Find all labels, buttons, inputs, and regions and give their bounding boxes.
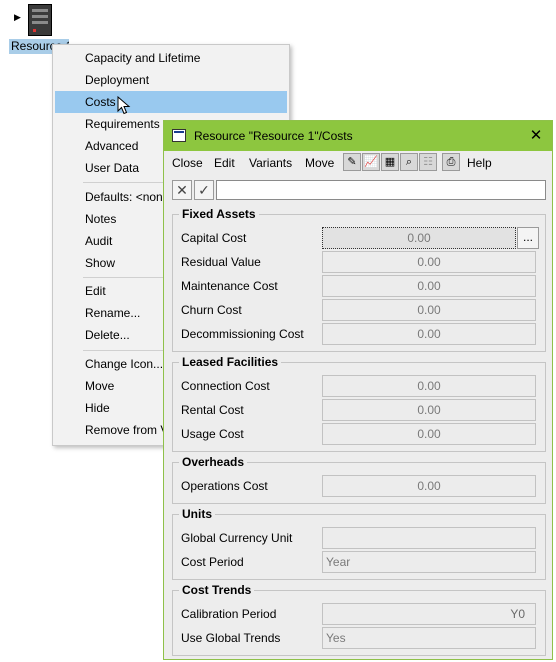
capital-cost-browse-button[interactable]: ... [517,227,539,249]
residual-value-label: Residual Value [181,255,261,269]
connection-cost-label: Connection Cost [181,379,270,393]
rack-led [33,29,36,32]
menu-item-costs[interactable]: Costs [55,91,287,113]
churn-cost-field[interactable]: 0.00 [322,299,536,321]
menu-item-deployment[interactable]: Deployment [53,69,289,91]
cost-period-label: Cost Period [181,555,244,569]
fixed-assets-group: Fixed Assets Capital Cost 0.00 ... Resid… [172,207,546,352]
decommissioning-cost-label: Decommissioning Cost [181,327,304,341]
edit-row: ✕ ✓ [164,178,552,202]
menu-move[interactable]: Move [305,151,334,175]
resource-server-icon[interactable] [28,4,52,36]
cancel-edit-icon[interactable]: ✕ [172,180,192,200]
edit-value-input[interactable] [216,180,546,200]
units-group: Units Global Currency Unit Cost Period Y… [172,507,546,580]
menu-close[interactable]: Close [172,151,203,175]
edit-icon[interactable]: ✎ [343,153,361,171]
churn-cost-label: Churn Cost [181,303,242,317]
table-icon[interactable]: ▦ [381,153,399,171]
decommissioning-cost-field[interactable]: 0.00 [322,323,536,345]
confirm-edit-icon[interactable]: ✓ [194,180,214,200]
tree-icon[interactable]: ☷ [419,153,437,171]
close-icon[interactable]: ✕ [526,125,546,147]
menu-help[interactable]: Help [467,151,492,175]
global-trends-label: Use Global Trends [181,631,281,645]
overheads-group: Overheads Operations Cost 0.00 [172,455,546,504]
operations-cost-field[interactable]: 0.00 [322,475,536,497]
group-title: Overheads [179,455,248,469]
group-title: Cost Trends [179,583,255,597]
connection-cost-field[interactable]: 0.00 [322,375,536,397]
chart-icon[interactable]: 📈 [362,153,380,171]
usage-cost-field[interactable]: 0.00 [322,423,536,445]
dialog-titlebar[interactable]: Resource "Resource 1"/Costs ✕ [164,121,552,151]
dialog-app-icon [172,129,186,142]
rack-slot [32,21,48,24]
calibration-period-field[interactable]: Y0 [322,603,536,625]
dialog-title: Resource "Resource 1"/Costs [194,129,353,143]
cost-period-field[interactable]: Year [322,551,536,573]
group-title: Units [179,507,215,521]
costs-dialog: Resource "Resource 1"/Costs ✕ Close Edit… [163,120,553,660]
find-icon[interactable]: ⌕ [400,153,418,171]
operations-cost-label: Operations Cost [181,479,268,493]
currency-unit-field[interactable] [322,527,536,549]
menu-edit[interactable]: Edit [214,151,235,175]
cost-trends-group: Cost Trends Calibration Period Y0 Use Gl… [172,583,546,656]
rental-cost-label: Rental Cost [181,403,244,417]
group-title: Fixed Assets [179,207,259,221]
group-title: Leased Facilities [179,355,282,369]
expand-arrow-icon[interactable]: ▶ [14,12,21,23]
rental-cost-field[interactable]: 0.00 [322,399,536,421]
menu-variants[interactable]: Variants [249,151,292,175]
residual-value-field[interactable]: 0.00 [322,251,536,273]
usage-cost-label: Usage Cost [181,427,244,441]
global-trends-field[interactable]: Yes [322,627,536,649]
currency-unit-label: Global Currency Unit [181,531,293,545]
maintenance-cost-field[interactable]: 0.00 [322,275,536,297]
rack-slot [32,9,48,12]
print-icon[interactable]: ⎙ [442,153,460,171]
menu-item-capacity-lifetime[interactable]: Capacity and Lifetime [53,47,289,69]
calibration-period-label: Calibration Period [181,607,277,621]
leased-facilities-group: Leased Facilities Connection Cost 0.00 R… [172,355,546,452]
mouse-cursor-icon [117,96,131,115]
capital-cost-field[interactable]: 0.00 [322,227,516,249]
capital-cost-label: Capital Cost [181,231,247,245]
maintenance-cost-label: Maintenance Cost [181,279,278,293]
rack-slot [32,15,48,18]
